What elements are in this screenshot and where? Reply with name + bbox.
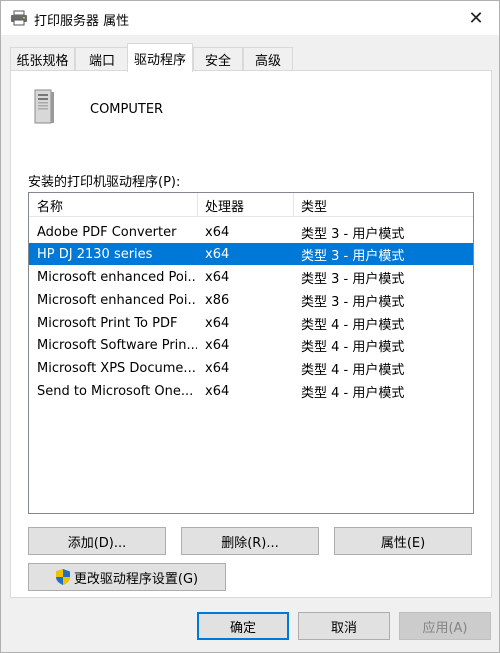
driver-row[interactable]: Microsoft Software Prin... x64 类型 4 - 用户…	[29, 334, 473, 356]
driver-type: 类型 3 - 用户模式	[301, 226, 405, 242]
column-header-name[interactable]: 名称	[29, 193, 197, 217]
driver-name: Send to Microsoft One...	[37, 383, 194, 399]
driver-type: 类型 3 - 用户模式	[301, 248, 405, 264]
driver-name: HP DJ 2130 series	[37, 246, 153, 262]
driver-type: 类型 4 - 用户模式	[301, 339, 405, 355]
driver-row[interactable]: Microsoft Print To PDF x64 类型 4 - 用户模式	[29, 312, 473, 334]
driver-name: Microsoft enhanced Poi...	[37, 292, 197, 308]
tab-label: 安全	[204, 54, 231, 69]
driver-processor: x64	[205, 315, 230, 331]
tab-advanced[interactable]: 高级	[243, 47, 293, 71]
close-button[interactable]: ✕	[453, 1, 499, 35]
drivers-tab-panel: COMPUTER 安装的打印机驱动程序(P): 名称 处理器 类型 Adobe …	[10, 70, 492, 598]
window-title: 打印服务器 属性	[34, 14, 130, 29]
driver-type: 类型 3 - 用户模式	[301, 294, 405, 310]
driver-type: 类型 4 - 用户模式	[301, 385, 405, 401]
tab-label: 端口	[88, 54, 115, 69]
add-driver-button[interactable]: 添加(D)...	[28, 527, 166, 555]
tab-security[interactable]: 安全	[193, 47, 243, 71]
tab-drivers[interactable]: 驱动程序	[127, 43, 193, 72]
driver-list[interactable]: 名称 处理器 类型 Adobe PDF Converter x64 类型 3 -…	[28, 192, 474, 514]
printer-icon	[11, 10, 27, 26]
driver-processor: x64	[205, 269, 230, 285]
tab-label: 纸张规格	[16, 54, 69, 69]
server-name: COMPUTER	[90, 102, 164, 117]
button-label: 属性(E)	[380, 535, 426, 551]
driver-type: 类型 4 - 用户模式	[301, 317, 405, 333]
close-icon: ✕	[468, 7, 484, 29]
button-label: 添加(D)...	[67, 535, 127, 551]
tab-forms[interactable]: 纸张规格	[10, 47, 75, 71]
column-header-label: 名称	[37, 199, 64, 215]
column-header-processor[interactable]: 处理器	[197, 193, 293, 217]
driver-type: 类型 3 - 用户模式	[301, 271, 405, 287]
tab-label: 驱动程序	[133, 52, 186, 68]
tab-ports[interactable]: 端口	[75, 47, 129, 71]
driver-processor: x64	[205, 246, 230, 262]
driver-row[interactable]: Adobe PDF Converter x64 类型 3 - 用户模式	[29, 221, 473, 243]
driver-name: Microsoft enhanced Poi...	[37, 269, 197, 285]
column-header-label: 类型	[301, 199, 328, 215]
tab-strip: 纸张规格 端口 驱动程序 安全 高级	[10, 43, 490, 72]
button-label: 确定	[229, 620, 256, 636]
cancel-button[interactable]: 取消	[298, 612, 390, 640]
change-driver-settings-button[interactable]: 更改驱动程序设置(G)	[28, 563, 226, 591]
remove-driver-button[interactable]: 删除(R)...	[181, 527, 319, 555]
column-header-label: 处理器	[205, 199, 245, 215]
driver-processor: x86	[205, 292, 230, 308]
uac-shield-icon	[55, 569, 70, 585]
driver-processor: x64	[205, 360, 230, 376]
driver-properties-button[interactable]: 属性(E)	[334, 527, 472, 555]
driver-row-selected[interactable]: HP DJ 2130 series x64 类型 3 - 用户模式	[29, 243, 473, 265]
driver-list-header: 名称 处理器 类型	[29, 193, 473, 217]
title-bar: 打印服务器 属性 ✕	[1, 1, 499, 35]
driver-name: Microsoft Software Prin...	[37, 337, 197, 353]
tab-label: 高级	[254, 54, 281, 69]
ok-button[interactable]: 确定	[197, 612, 289, 640]
driver-row[interactable]: Microsoft enhanced Poi... x86 类型 3 - 用户模…	[29, 289, 473, 311]
driver-row[interactable]: Send to Microsoft One... x64 类型 4 - 用户模式	[29, 380, 473, 402]
button-label: 取消	[330, 620, 357, 636]
driver-name: Microsoft Print To PDF	[37, 315, 178, 331]
button-label: 应用(A)	[422, 620, 468, 636]
driver-name: Microsoft XPS Docume...	[37, 360, 196, 376]
computer-tower-icon	[34, 89, 54, 124]
driver-processor: x64	[205, 224, 230, 240]
installed-drivers-label: 安装的打印机驱动程序(P):	[28, 175, 181, 190]
driver-name: Adobe PDF Converter	[37, 224, 177, 240]
driver-processor: x64	[205, 383, 230, 399]
button-label: 更改驱动程序设置(G)	[73, 571, 199, 587]
driver-processor: x64	[205, 337, 230, 353]
driver-type: 类型 4 - 用户模式	[301, 362, 405, 378]
print-server-properties-window: 打印服务器 属性 ✕ 纸张规格 端口 驱动程序 安全 高级 COMPUTER 安…	[0, 0, 500, 653]
driver-row[interactable]: Microsoft enhanced Poi... x64 类型 3 - 用户模…	[29, 266, 473, 288]
driver-row[interactable]: Microsoft XPS Docume... x64 类型 4 - 用户模式	[29, 357, 473, 379]
column-header-type[interactable]: 类型	[293, 193, 473, 217]
apply-button: 应用(A)	[399, 612, 491, 640]
button-label: 删除(R)...	[221, 535, 279, 551]
